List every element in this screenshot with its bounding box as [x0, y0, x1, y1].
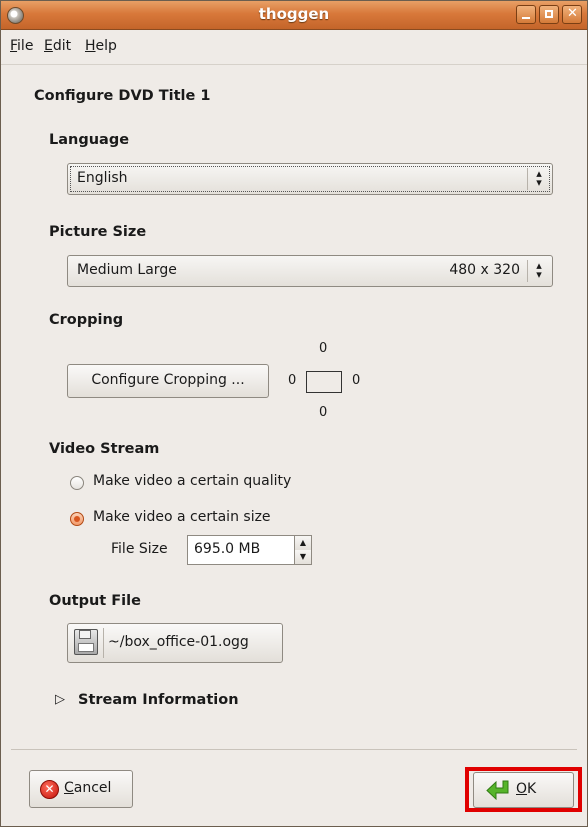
crop-right-value: 0	[352, 373, 361, 388]
quality-radio-label[interactable]: Make video a certain quality	[93, 473, 291, 489]
size-radio[interactable]	[70, 512, 84, 526]
maximize-icon	[545, 10, 553, 18]
menu-file-label: ile	[17, 38, 34, 54]
enter-arrow-icon	[486, 780, 509, 801]
updown-arrow-icon: ▴ ▾	[536, 259, 542, 281]
close-icon: ✕	[567, 6, 578, 21]
chooser-separator	[103, 628, 104, 658]
output-file-path: ~/box_office-01.ogg	[108, 634, 249, 650]
footer-separator	[11, 749, 577, 750]
configure-cropping-label: Configure Cropping ...	[91, 372, 245, 388]
menu-bar: File Edit Help	[1, 30, 587, 65]
floppy-disk-icon	[74, 629, 98, 655]
picture-size-heading: Picture Size	[49, 224, 147, 240]
output-file-chooser[interactable]: ~/box_office-01.ogg	[67, 623, 283, 663]
minimize-button[interactable]	[516, 5, 536, 24]
picture-size-value: Medium Large	[77, 262, 177, 278]
language-heading: Language	[49, 132, 130, 148]
menu-help-mnemonic: H	[85, 38, 96, 54]
menu-edit-mnemonic: E	[44, 38, 53, 54]
menu-help[interactable]: Help	[85, 38, 117, 54]
ok-button[interactable]: OK	[473, 772, 574, 808]
language-value: English	[77, 170, 128, 186]
menu-file[interactable]: File	[10, 38, 33, 54]
file-size-label: File Size	[111, 541, 168, 557]
cancel-label: Cancel	[64, 780, 112, 796]
updown-arrow-icon: ▴ ▾	[536, 167, 542, 189]
picture-size-dimensions: 480 x 320	[449, 262, 520, 278]
output-file-heading: Output File	[49, 593, 141, 609]
minimize-icon	[522, 17, 530, 19]
quality-radio[interactable]	[70, 476, 84, 490]
cropping-heading: Cropping	[49, 312, 124, 328]
crop-left-value: 0	[288, 373, 297, 388]
file-size-spinner[interactable]: 695.0 MB ▲ ▼	[187, 535, 312, 565]
cancel-icon: ✕	[40, 780, 59, 799]
expander-triangle-icon[interactable]: ▷	[55, 692, 65, 707]
video-stream-heading: Video Stream	[49, 441, 160, 457]
picture-combo-separator	[527, 260, 528, 282]
spin-up-icon[interactable]: ▲	[294, 536, 311, 551]
file-size-value: 695.0 MB	[194, 541, 261, 557]
maximize-button[interactable]	[539, 5, 559, 24]
language-combo[interactable]: English ▴ ▾	[67, 163, 553, 195]
window-title: thoggen	[258, 5, 330, 23]
menu-file-mnemonic: F	[10, 38, 18, 54]
spin-down-icon[interactable]: ▼	[294, 550, 311, 564]
menu-edit-label: dit	[52, 38, 72, 54]
app-window: thoggen ✕ File Edit Help Configure DVD T…	[0, 0, 588, 827]
title-bar[interactable]: thoggen ✕	[1, 1, 587, 30]
ok-label: OK	[516, 781, 537, 797]
stream-info-expander[interactable]: Stream Information	[78, 692, 239, 708]
language-combo-separator	[527, 168, 528, 190]
size-radio-label[interactable]: Make video a certain size	[93, 509, 271, 525]
crop-bottom-value: 0	[319, 405, 328, 420]
menu-edit[interactable]: Edit	[44, 38, 71, 54]
crop-top-value: 0	[319, 341, 328, 356]
crop-preview-box	[306, 371, 342, 393]
configure-cropping-button[interactable]: Configure Cropping ...	[67, 364, 269, 398]
close-button[interactable]: ✕	[562, 5, 582, 24]
menu-help-label: elp	[95, 38, 117, 54]
cancel-button[interactable]: ✕ Cancel	[29, 770, 133, 808]
picture-size-combo[interactable]: Medium Large 480 x 320 ▴ ▾	[67, 255, 553, 287]
page-title: Configure DVD Title 1	[34, 88, 211, 104]
